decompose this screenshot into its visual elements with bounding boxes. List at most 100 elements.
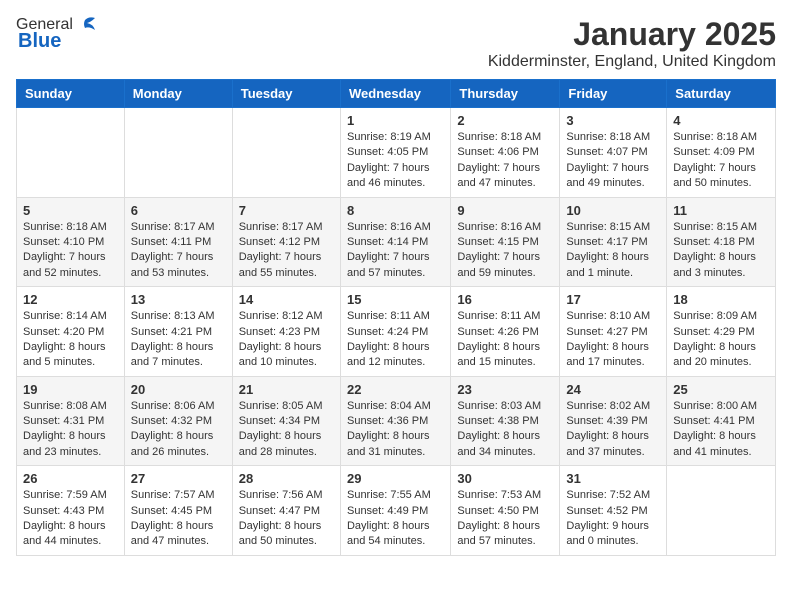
day-number: 4	[673, 113, 769, 128]
day-info: Sunrise: 8:18 AM Sunset: 4:06 PM Dayligh…	[457, 130, 553, 192]
day-info: Sunrise: 8:12 AM Sunset: 4:23 PM Dayligh…	[239, 309, 334, 371]
day-cell: 27 Sunrise: 7:57 AM Sunset: 4:45 PM Dayli…	[124, 466, 232, 556]
day-number: 22	[347, 382, 444, 397]
day-cell: 10 Sunrise: 8:15 AM Sunset: 4:17 PM Dayli…	[560, 197, 667, 287]
day-number: 3	[566, 113, 660, 128]
day-cell: 14 Sunrise: 8:12 AM Sunset: 4:23 PM Dayli…	[232, 287, 340, 377]
day-number: 27	[131, 471, 226, 486]
day-cell: 30 Sunrise: 7:53 AM Sunset: 4:50 PM Dayli…	[451, 466, 560, 556]
day-cell: 1Sunrise: 8:19 AM Sunset: 4:05 PM Daylig…	[340, 108, 450, 198]
day-number: 19	[23, 382, 118, 397]
day-info: Sunrise: 8:11 AM Sunset: 4:24 PM Dayligh…	[347, 309, 444, 371]
day-number: 13	[131, 292, 226, 307]
day-info: Sunrise: 8:15 AM Sunset: 4:17 PM Dayligh…	[566, 220, 660, 282]
logo: General Blue	[16, 16, 97, 53]
col-header-sunday: Sunday	[17, 80, 125, 108]
day-cell: 24Sunrise: 8:02 AM Sunset: 4:39 PM Dayli…	[560, 376, 667, 466]
day-info: Sunrise: 8:17 AM Sunset: 4:11 PM Dayligh…	[131, 220, 226, 282]
day-number: 29	[347, 471, 444, 486]
day-info: Sunrise: 8:06 AM Sunset: 4:32 PM Dayligh…	[131, 399, 226, 461]
day-info: Sunrise: 8:17 AM Sunset: 4:12 PM Dayligh…	[239, 220, 334, 282]
day-cell: 8 Sunrise: 8:16 AM Sunset: 4:14 PM Daylig…	[340, 197, 450, 287]
day-number: 30	[457, 471, 553, 486]
week-row-3: 12 Sunrise: 8:14 AM Sunset: 4:20 PM Dayli…	[17, 287, 776, 377]
day-info: Sunrise: 8:04 AM Sunset: 4:36 PM Dayligh…	[347, 399, 444, 461]
day-number: 6	[131, 203, 226, 218]
day-cell: 28Sunrise: 7:56 AM Sunset: 4:47 PM Dayli…	[232, 466, 340, 556]
week-row-4: 19 Sunrise: 8:08 AM Sunset: 4:31 PM Dayli…	[17, 376, 776, 466]
day-info: Sunrise: 8:16 AM Sunset: 4:14 PM Dayligh…	[347, 220, 444, 282]
day-info: Sunrise: 7:52 AM Sunset: 4:52 PM Dayligh…	[566, 488, 660, 550]
day-info: Sunrise: 8:16 AM Sunset: 4:15 PM Dayligh…	[457, 220, 553, 282]
day-number: 31	[566, 471, 660, 486]
day-cell: 12 Sunrise: 8:14 AM Sunset: 4:20 PM Dayli…	[17, 287, 125, 377]
day-cell: 15Sunrise: 8:11 AM Sunset: 4:24 PM Dayli…	[340, 287, 450, 377]
day-number: 5	[23, 203, 118, 218]
day-cell	[124, 108, 232, 198]
day-number: 12	[23, 292, 118, 307]
day-cell: 22 Sunrise: 8:04 AM Sunset: 4:36 PM Dayli…	[340, 376, 450, 466]
day-cell: 20 Sunrise: 8:06 AM Sunset: 4:32 PM Dayli…	[124, 376, 232, 466]
day-info: Sunrise: 8:03 AM Sunset: 4:38 PM Dayligh…	[457, 399, 553, 461]
logo-bird-icon	[75, 16, 97, 34]
calendar-table: SundayMondayTuesdayWednesdayThursdayFrid…	[16, 79, 776, 556]
day-number: 8	[347, 203, 444, 218]
day-number: 23	[457, 382, 553, 397]
day-info: Sunrise: 8:11 AM Sunset: 4:26 PM Dayligh…	[457, 309, 553, 371]
day-info: Sunrise: 8:05 AM Sunset: 4:34 PM Dayligh…	[239, 399, 334, 461]
day-number: 18	[673, 292, 769, 307]
day-number: 7	[239, 203, 334, 218]
header-row: SundayMondayTuesdayWednesdayThursdayFrid…	[17, 80, 776, 108]
day-cell: 17 Sunrise: 8:10 AM Sunset: 4:27 PM Dayli…	[560, 287, 667, 377]
col-header-tuesday: Tuesday	[232, 80, 340, 108]
day-info: Sunrise: 8:19 AM Sunset: 4:05 PM Dayligh…	[347, 130, 444, 192]
day-info: Sunrise: 8:10 AM Sunset: 4:27 PM Dayligh…	[566, 309, 660, 371]
month-title: January 2025	[488, 16, 776, 53]
day-info: Sunrise: 8:18 AM Sunset: 4:07 PM Dayligh…	[566, 130, 660, 192]
day-number: 17	[566, 292, 660, 307]
day-info: Sunrise: 8:18 AM Sunset: 4:10 PM Dayligh…	[23, 220, 118, 282]
day-info: Sunrise: 8:15 AM Sunset: 4:18 PM Dayligh…	[673, 220, 769, 282]
day-info: Sunrise: 7:55 AM Sunset: 4:49 PM Dayligh…	[347, 488, 444, 550]
day-number: 10	[566, 203, 660, 218]
day-cell: 11Sunrise: 8:15 AM Sunset: 4:18 PM Dayli…	[667, 197, 776, 287]
day-info: Sunrise: 8:18 AM Sunset: 4:09 PM Dayligh…	[673, 130, 769, 192]
day-number: 25	[673, 382, 769, 397]
day-info: Sunrise: 8:09 AM Sunset: 4:29 PM Dayligh…	[673, 309, 769, 371]
day-info: Sunrise: 7:59 AM Sunset: 4:43 PM Dayligh…	[23, 488, 118, 550]
col-header-friday: Friday	[560, 80, 667, 108]
day-info: Sunrise: 8:08 AM Sunset: 4:31 PM Dayligh…	[23, 399, 118, 461]
col-header-thursday: Thursday	[451, 80, 560, 108]
day-cell: 25 Sunrise: 8:00 AM Sunset: 4:41 PM Dayli…	[667, 376, 776, 466]
week-row-5: 26 Sunrise: 7:59 AM Sunset: 4:43 PM Dayli…	[17, 466, 776, 556]
day-cell: 29 Sunrise: 7:55 AM Sunset: 4:49 PM Dayli…	[340, 466, 450, 556]
day-info: Sunrise: 7:57 AM Sunset: 4:45 PM Dayligh…	[131, 488, 226, 550]
day-number: 16	[457, 292, 553, 307]
day-cell: 13 Sunrise: 8:13 AM Sunset: 4:21 PM Dayli…	[124, 287, 232, 377]
day-number: 9	[457, 203, 553, 218]
day-cell: 3 Sunrise: 8:18 AM Sunset: 4:07 PM Daylig…	[560, 108, 667, 198]
day-number: 2	[457, 113, 553, 128]
day-info: Sunrise: 7:53 AM Sunset: 4:50 PM Dayligh…	[457, 488, 553, 550]
day-number: 20	[131, 382, 226, 397]
day-cell: 5 Sunrise: 8:18 AM Sunset: 4:10 PM Daylig…	[17, 197, 125, 287]
day-number: 26	[23, 471, 118, 486]
day-cell	[17, 108, 125, 198]
col-header-monday: Monday	[124, 80, 232, 108]
day-number: 14	[239, 292, 334, 307]
day-cell: 21Sunrise: 8:05 AM Sunset: 4:34 PM Dayli…	[232, 376, 340, 466]
day-info: Sunrise: 8:00 AM Sunset: 4:41 PM Dayligh…	[673, 399, 769, 461]
day-info: Sunrise: 8:14 AM Sunset: 4:20 PM Dayligh…	[23, 309, 118, 371]
day-cell: 26 Sunrise: 7:59 AM Sunset: 4:43 PM Dayli…	[17, 466, 125, 556]
week-row-2: 5 Sunrise: 8:18 AM Sunset: 4:10 PM Daylig…	[17, 197, 776, 287]
day-cell: 23 Sunrise: 8:03 AM Sunset: 4:38 PM Dayli…	[451, 376, 560, 466]
day-info: Sunrise: 8:13 AM Sunset: 4:21 PM Dayligh…	[131, 309, 226, 371]
page-header: General Blue January 2025 Kidderminster,…	[16, 16, 776, 71]
day-number: 24	[566, 382, 660, 397]
day-cell	[667, 466, 776, 556]
day-cell: 6 Sunrise: 8:17 AM Sunset: 4:11 PM Daylig…	[124, 197, 232, 287]
day-cell	[232, 108, 340, 198]
day-number: 28	[239, 471, 334, 486]
day-cell: 18 Sunrise: 8:09 AM Sunset: 4:29 PM Dayli…	[667, 287, 776, 377]
col-header-wednesday: Wednesday	[340, 80, 450, 108]
